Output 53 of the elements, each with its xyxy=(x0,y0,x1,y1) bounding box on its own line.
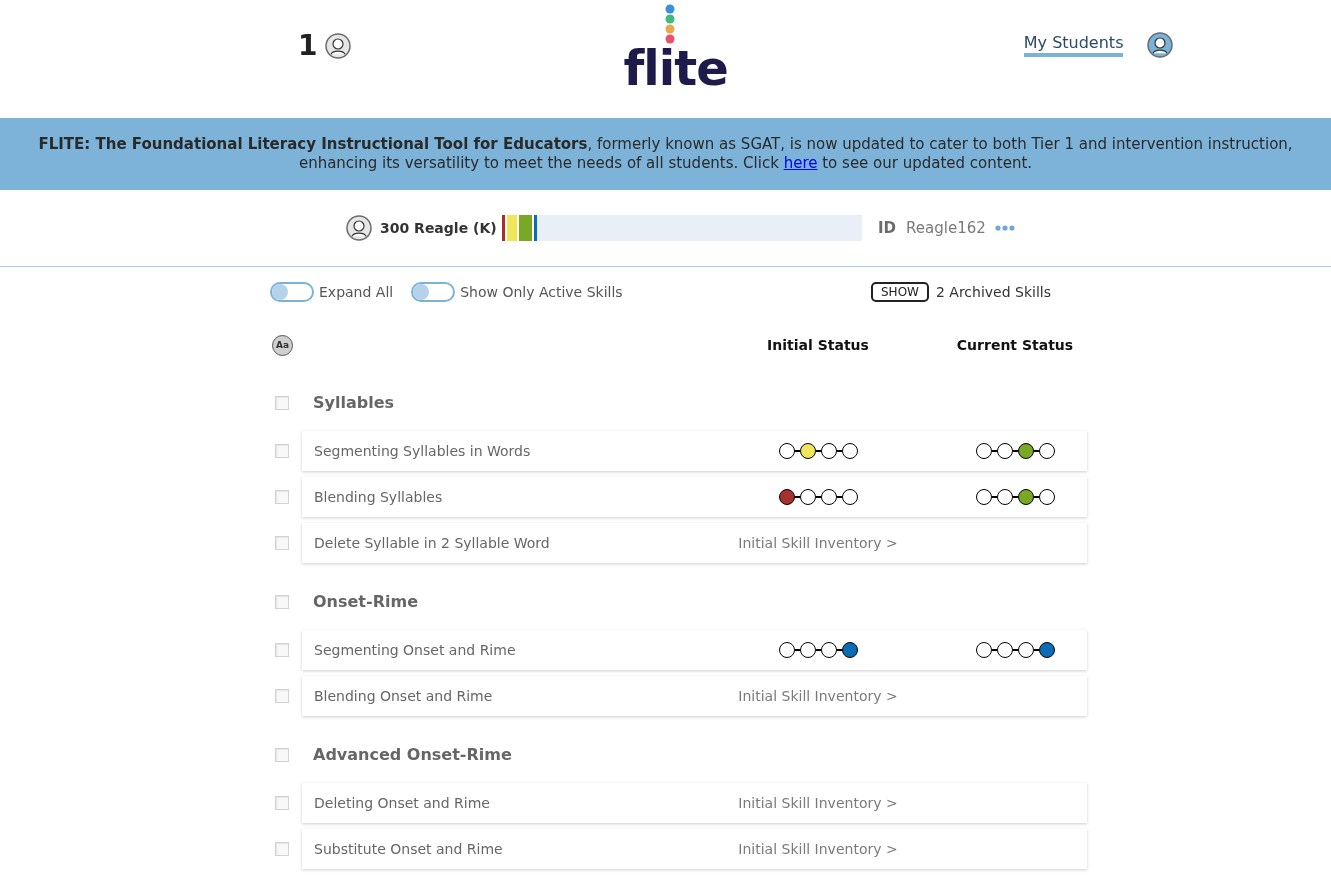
skill-inventory-link[interactable]: Initial Skill Inventory > xyxy=(738,792,898,814)
skill-inventory-link[interactable]: Initial Skill Inventory > xyxy=(738,532,898,554)
more-icon[interactable] xyxy=(994,225,1015,231)
column-header: Current Status xyxy=(955,335,1075,355)
avatar-icon xyxy=(346,215,372,241)
category-title: Advanced Onset-Rime xyxy=(312,744,512,766)
toggle-label: Show Only Active Skills xyxy=(460,282,623,302)
checkbox[interactable] xyxy=(275,595,289,609)
skill-card[interactable]: Delete Syllable in 2 Syllable Word Initial Skill Inventory > xyxy=(302,523,1087,563)
checkbox[interactable] xyxy=(275,689,289,703)
category-title: Syllables xyxy=(312,392,395,414)
archived-skills-label: 2 Archived Skills xyxy=(935,282,1051,302)
id-value: Reagle162 xyxy=(906,217,986,239)
text-size-button[interactable]: Aa xyxy=(272,334,293,356)
column-header: Initial Status xyxy=(766,335,870,355)
skill-name: Blending Onset and Rime xyxy=(314,686,494,706)
nav-link[interactable]: My Students xyxy=(1023,33,1124,57)
toggle-label: Expand All xyxy=(319,282,394,302)
skill-card[interactable]: Segmenting Onset and Rime xyxy=(302,630,1087,670)
skill-name: Substitute Onset and Rime xyxy=(314,839,504,859)
checkbox[interactable] xyxy=(275,536,289,550)
student-name: 300 Reagle (K) xyxy=(380,218,497,238)
skill-card[interactable]: Blending Syllables xyxy=(302,477,1087,517)
skill-name: Delete Syllable in 2 Syllable Word xyxy=(314,533,551,553)
checkbox[interactable] xyxy=(275,796,289,810)
checkbox[interactable] xyxy=(275,748,289,762)
checkbox[interactable] xyxy=(275,643,289,657)
student-count: 1 xyxy=(298,32,318,60)
checkbox[interactable] xyxy=(275,444,289,458)
checkbox[interactable] xyxy=(275,490,289,504)
category-title: Onset-Rime xyxy=(312,591,418,613)
skill-card[interactable]: Substitute Onset and Rime Initial Skill Inventory > xyxy=(302,829,1087,869)
show-archived-button[interactable]: SHOW xyxy=(871,282,929,302)
skill-name: Segmenting Syllables in Words xyxy=(314,441,532,461)
avatar-icon[interactable] xyxy=(1147,32,1174,58)
checkbox[interactable] xyxy=(275,396,289,410)
toggle-switch[interactable] xyxy=(411,282,456,302)
checkbox[interactable] xyxy=(275,842,289,856)
skill-inventory-link[interactable]: Initial Skill Inventory > xyxy=(738,685,898,707)
skill-name: Deleting Onset and Rime xyxy=(314,793,491,813)
skill-card[interactable]: Blending Onset and Rime Initial Skill Inventory > xyxy=(302,676,1087,716)
skill-card[interactable]: Segmenting Syllables in Words xyxy=(302,431,1087,471)
skill-inventory-link[interactable]: Initial Skill Inventory > xyxy=(738,838,898,860)
skill-card[interactable]: Deleting Onset and Rime Initial Skill Inventory > xyxy=(302,783,1087,823)
skill-name: Blending Syllables xyxy=(314,487,444,507)
logo-dots-icon xyxy=(665,4,676,44)
announcement-text: FLITE: The Foundational Literacy Instructional Tool for Educators, formerly known as SGAT, is now updated to cater to both Tier 1 and intervention instruction, enhancing its versatility to meet the needs of all students. Click here to see our updated content. xyxy=(37,135,1294,173)
id-label: ID xyxy=(878,217,897,239)
here-link[interactable]: here xyxy=(783,154,818,172)
skill-name: Segmenting Onset and Rime xyxy=(314,640,517,660)
avatar-icon xyxy=(325,33,352,59)
toggle-switch[interactable] xyxy=(270,282,314,302)
logo[interactable]: flite xyxy=(623,44,728,92)
